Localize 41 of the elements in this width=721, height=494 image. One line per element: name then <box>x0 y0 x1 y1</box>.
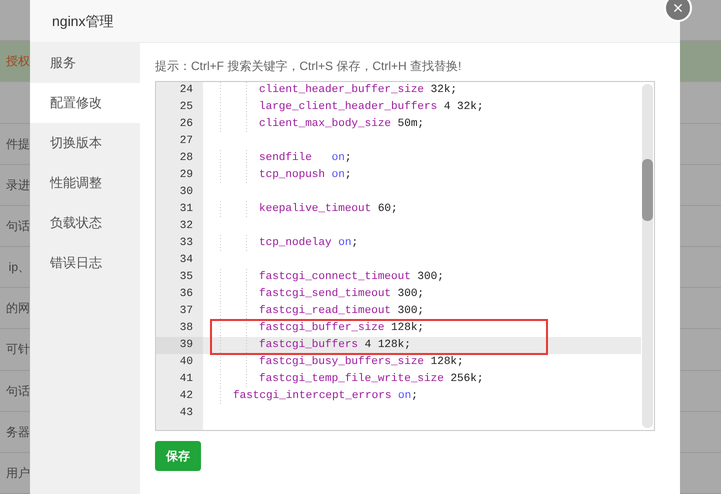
backdrop-text: ip、 <box>8 259 30 276</box>
scrollbar-track[interactable] <box>642 84 653 428</box>
code-line: sendfile on; <box>259 151 352 166</box>
code-line: client_header_buffer_size 32k; <box>259 83 458 98</box>
backdrop-row <box>680 412 721 453</box>
sidebar-item[interactable]: 服务 <box>30 43 140 83</box>
backdrop-row <box>680 370 721 412</box>
code-line: fastcgi_temp_file_write_size 256k; <box>259 372 484 387</box>
backdrop-text: 句话 <box>6 382 30 400</box>
sidebar-item[interactable]: 切换版本 <box>30 123 140 163</box>
code-line: fastcgi_intercept_errors on; <box>233 389 418 404</box>
hint-text: 提示：Ctrl+F 搜索关键字，Ctrl+S 保存，Ctrl+H 查找替换! <box>155 58 462 75</box>
backdrop-row <box>680 164 721 206</box>
backdrop-row <box>680 124 721 165</box>
code-line: fastcgi_busy_buffers_size 128k; <box>259 355 464 370</box>
backdrop-text: 句话 <box>6 218 30 235</box>
code-line: client_max_body_size 50m; <box>259 117 424 132</box>
sidebar-item[interactable]: 配置修改 <box>30 83 140 123</box>
dialog-title: nginx管理 <box>52 12 114 31</box>
sidebar-item[interactable]: 性能调整 <box>30 163 140 203</box>
sidebar-item[interactable]: 错误日志 <box>30 243 140 283</box>
code-line: large_client_header_buffers 4 32k; <box>259 100 484 115</box>
sidebar-item[interactable]: 负载状态 <box>30 203 140 243</box>
backdrop-text: 务器 <box>6 424 30 441</box>
backdrop-text: 可针 <box>6 341 30 358</box>
code-line: fastcgi_buffer_size 128k; <box>259 321 424 336</box>
code-line: fastcgi_send_timeout 300; <box>259 287 424 302</box>
code-line: tcp_nopush on; <box>259 168 352 183</box>
backdrop-text: 件提 <box>6 136 30 153</box>
backdrop-text: 的网 <box>6 300 30 318</box>
scrollbar-thumb[interactable] <box>642 159 653 221</box>
code-line: fastcgi_read_timeout 300; <box>259 304 424 319</box>
backdrop-text: 授权 <box>6 53 30 70</box>
code-line: fastcgi_connect_timeout 300; <box>259 270 444 285</box>
backdrop-text: 录进 <box>6 176 30 194</box>
code-line: keepalive_timeout 60; <box>259 202 398 217</box>
code-line: fastcgi_buffers 4 128k; <box>259 338 411 353</box>
code-editor[interactable] <box>155 81 655 431</box>
code-line: tcp_nodelay on; <box>259 236 358 251</box>
line-number: 39 <box>156 337 203 354</box>
backdrop-text: 用户 <box>6 464 30 482</box>
